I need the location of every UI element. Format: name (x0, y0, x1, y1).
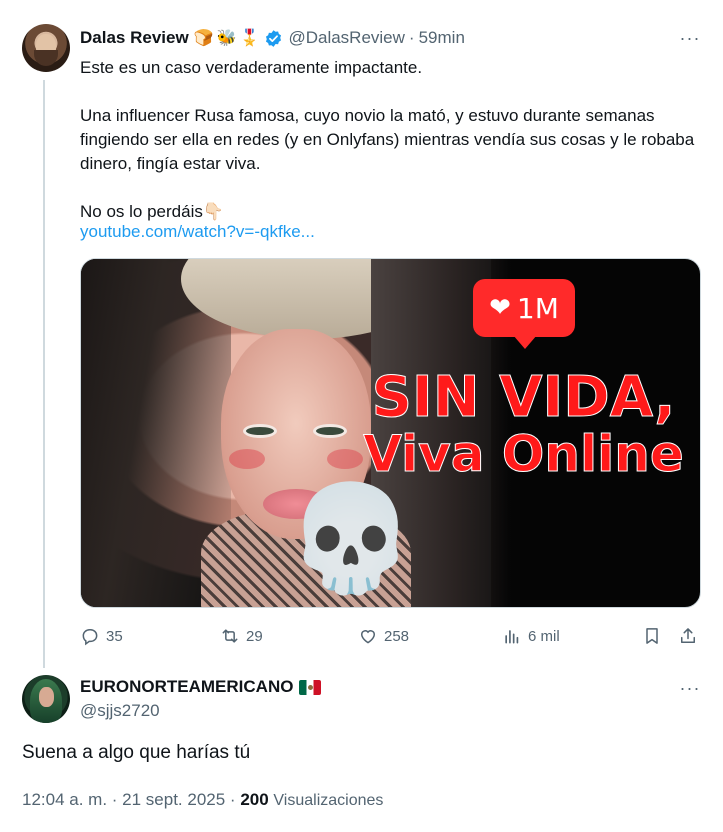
author-handle[interactable]: @DalasReview (288, 28, 404, 48)
separator-dot: · (408, 28, 415, 47)
thumbnail-headline: SIN VIDA, Viva Online (351, 365, 696, 483)
views-count: 6 mil (528, 627, 560, 645)
avatar-beard (34, 50, 58, 66)
tweet-header: Dalas Review 🍞 🐝 🎖️ @DalasReview · 59min (80, 27, 465, 49)
reply-icon (82, 629, 98, 646)
thread-connector-line (43, 80, 45, 668)
reply-more-options-icon[interactable]: ··· (679, 677, 701, 699)
medal-emoji: 🎖️ (239, 30, 260, 47)
author-emojis: 🍞 🐝 🎖️ (194, 28, 260, 48)
reply-author-name[interactable]: EURONORTEAMERICANO (80, 677, 293, 697)
tweet-time[interactable]: 59min (419, 28, 465, 48)
skull-emoji: 💀 (286, 477, 416, 599)
reply-metadata: 12:04 a. m. · 21 sept. 2025 · 200 Visual… (22, 790, 383, 810)
tweet-link[interactable]: youtube.com/watch?v=-qkfke... (80, 222, 315, 242)
verified-badge-icon[interactable] (264, 29, 283, 48)
reply-timestamp[interactable]: 12:04 a. m. · 21 sept. 2025 · (22, 790, 236, 809)
reply-button[interactable]: 35 (80, 622, 123, 650)
blush-left (229, 449, 265, 469)
eye-left (243, 424, 277, 438)
author-name[interactable]: Dalas Review (80, 28, 189, 48)
bookmark-button[interactable] (642, 622, 662, 650)
reply-count: 35 (106, 627, 123, 645)
like-button[interactable]: 258 (358, 622, 409, 650)
share-button[interactable] (678, 622, 698, 650)
bee-emoji: 🐝 (216, 30, 237, 47)
like-heart-icon (360, 630, 376, 644)
headline-line2: Viva Online (363, 424, 685, 483)
tweet-actions: 35 29 258 6 mil (80, 622, 701, 650)
headline-line1: SIN VIDA, (371, 365, 676, 430)
reply-author-avatar[interactable] (22, 675, 70, 723)
retweet-count: 29 (246, 627, 263, 645)
avatar-face (39, 687, 54, 707)
video-thumbnail[interactable]: ❤ 1M SIN VIDA, Viva Online 💀 (80, 258, 701, 608)
retweet-button[interactable]: 29 (220, 622, 263, 650)
bread-emoji: 🍞 (193, 30, 214, 47)
badge-count: 1M (516, 291, 559, 325)
heart-icon: ❤ (489, 293, 511, 323)
eye-right (313, 424, 347, 438)
author-avatar[interactable] (22, 24, 70, 72)
likes-badge: ❤ 1M (473, 279, 575, 349)
mexico-flag-icon (299, 679, 322, 695)
bookmark-icon (646, 628, 658, 644)
more-options-icon[interactable]: ··· (679, 27, 701, 49)
reply-author-handle[interactable]: @sjjs2720 (80, 701, 160, 721)
reply-views-label: Visualizaciones (273, 792, 384, 809)
like-count: 258 (384, 627, 410, 645)
reply-views-count: 200 (240, 790, 269, 809)
reply-text: Suena a algo que harías tú (22, 742, 251, 763)
tweet-text: Este es un caso verdaderamente impactant… (80, 58, 695, 221)
reply-author-row: EURONORTEAMERICANO (80, 677, 322, 697)
retweet-icon (222, 629, 238, 643)
analytics-icon (505, 630, 519, 644)
views-button[interactable]: 6 mil (502, 622, 560, 650)
share-icon (681, 628, 695, 643)
